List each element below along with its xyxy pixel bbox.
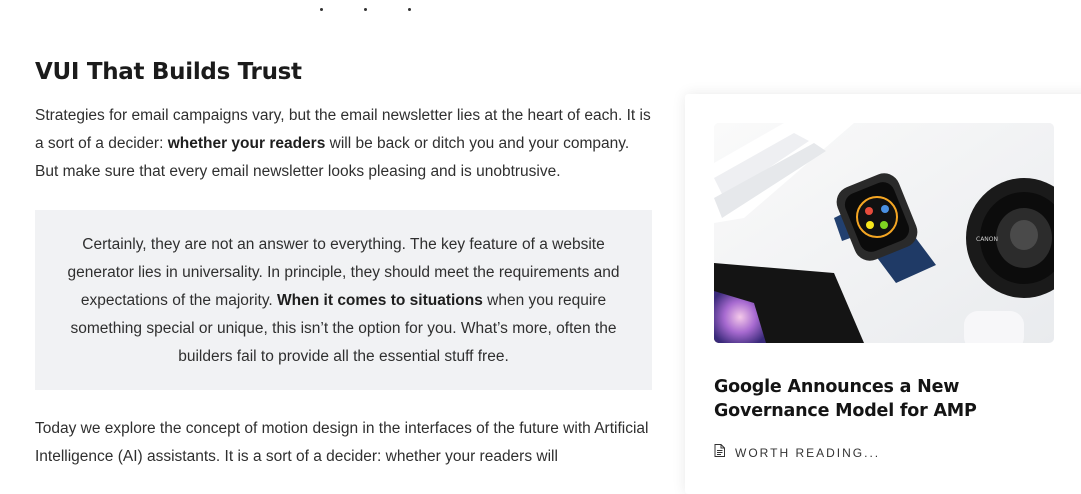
- intro-paragraph: Strategies for email campaigns vary, but…: [35, 102, 655, 186]
- blockquote: Certainly, they are not an answer to eve…: [35, 210, 652, 390]
- svg-text:CANON: CANON: [976, 236, 998, 243]
- document-icon: [714, 444, 725, 462]
- article-body: VUI That Builds Trust Strategies for ema…: [35, 56, 655, 487]
- article-heading: VUI That Builds Trust: [35, 59, 302, 85]
- intro-bold-text: whether your readers: [167, 135, 326, 152]
- quote-bold-text: When it comes to situations: [277, 292, 483, 309]
- card-title[interactable]: Google Announces a New Governance Model …: [714, 375, 1064, 423]
- card-meta[interactable]: WORTH READING...: [714, 444, 880, 462]
- dot: [320, 8, 323, 11]
- smartwatch-photo: CANON: [714, 123, 1054, 343]
- worth-reading-label[interactable]: WORTH READING...: [735, 446, 880, 460]
- outro-paragraph: Today we explore the concept of motion d…: [35, 420, 649, 465]
- pagination-dots: [320, 8, 411, 11]
- related-post-card[interactable]: CANON Google Announces a New Governance …: [685, 94, 1081, 494]
- dot: [364, 8, 367, 11]
- card-image[interactable]: CANON: [714, 123, 1054, 343]
- dot: [408, 8, 411, 11]
